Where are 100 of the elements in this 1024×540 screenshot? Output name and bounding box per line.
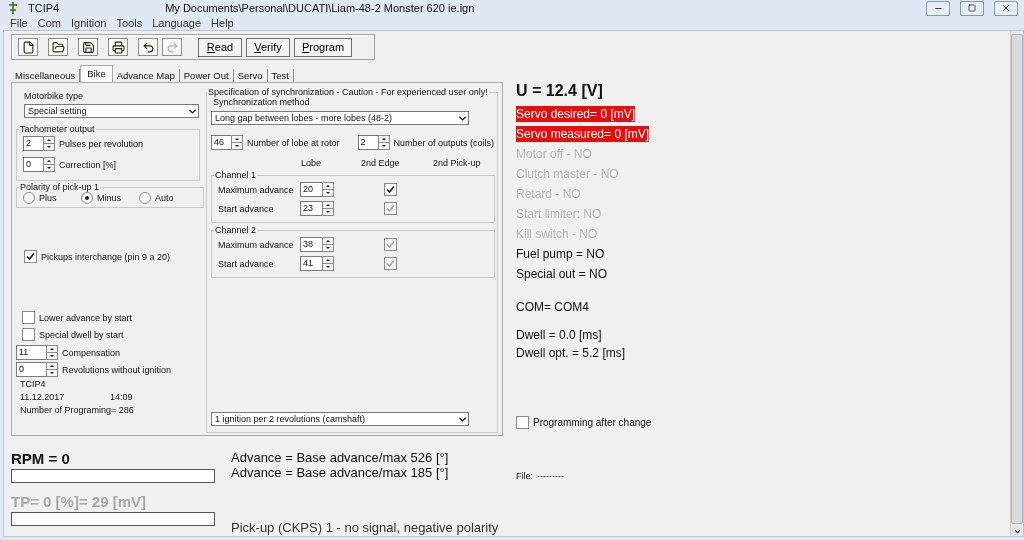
number-field[interactable]: 2 bbox=[23, 136, 43, 151]
toolbar-button[interactable]: Read bbox=[198, 37, 242, 57]
menu-item[interactable]: Ignition bbox=[70, 17, 107, 30]
scrollbar[interactable] bbox=[1010, 31, 1023, 536]
dwell-text: Dwell = 0.0 [ms] bbox=[516, 328, 603, 342]
group-title: Polarity of pick-up 1 bbox=[19, 182, 101, 192]
toolbar-button[interactable]: Verify bbox=[246, 37, 290, 57]
close-icon bbox=[1001, 3, 1011, 14]
field-label: Start advance bbox=[218, 258, 275, 269]
number-field[interactable]: 0 bbox=[23, 157, 43, 172]
field-label: Maximum advance bbox=[218, 239, 295, 250]
ignition-mode-select[interactable]: 1 ignition per 2 revolutions (camshaft) bbox=[211, 412, 469, 426]
pickup-message: Pick-up (CKPS) 1 - no signal, negative polarity bbox=[231, 520, 499, 535]
spin-arrows-icon[interactable] bbox=[43, 136, 55, 151]
menu-item[interactable]: Help bbox=[211, 17, 234, 30]
status-text: Special out = NO bbox=[516, 266, 608, 282]
group-title: Tachometer output bbox=[19, 124, 96, 134]
status-text: Start limiter: NO bbox=[516, 206, 602, 222]
date-text: 11.12.2017 bbox=[20, 392, 66, 402]
group-title: Channel 1 bbox=[214, 170, 258, 180]
status-text: Kill switch - NO bbox=[516, 226, 598, 242]
save-icon[interactable] bbox=[78, 38, 98, 56]
number-field[interactable]: 0 bbox=[16, 362, 46, 377]
number-field[interactable]: 11 bbox=[16, 345, 46, 360]
tp-label: TP= 0 [%]= 29 [mV] bbox=[11, 493, 148, 510]
field-label: Number of lobe at rotor bbox=[247, 137, 340, 148]
checkbox[interactable] bbox=[22, 328, 35, 341]
spin-arrows-icon[interactable] bbox=[377, 135, 390, 150]
status-text: Retard - NO bbox=[516, 186, 581, 202]
motorbike-type-select[interactable]: Special setting bbox=[24, 104, 199, 118]
number-field[interactable]: 2 bbox=[357, 135, 378, 150]
status-text: Fuel pump = NO bbox=[516, 246, 605, 262]
number-field[interactable]: 20 bbox=[300, 182, 322, 197]
spin-arrows-icon[interactable] bbox=[46, 362, 58, 377]
radio-button[interactable] bbox=[139, 192, 151, 204]
com-port: COM= COM4 bbox=[516, 300, 590, 314]
column-header: Lobe bbox=[301, 158, 323, 168]
undo-icon[interactable] bbox=[138, 38, 158, 56]
radio-label: Auto bbox=[155, 193, 174, 203]
spin-arrows-icon[interactable] bbox=[43, 157, 55, 172]
tab[interactable]: Bike bbox=[80, 65, 113, 82]
column-header: 2nd Edge bbox=[361, 158, 401, 168]
radio-label: Plus bbox=[39, 193, 57, 203]
checkbox-label: Lower advance by start bbox=[39, 312, 133, 323]
open-folder-icon[interactable] bbox=[48, 38, 68, 56]
time-text: 14:09 bbox=[110, 392, 133, 402]
radio-button[interactable] bbox=[81, 192, 93, 204]
printer-icon[interactable] bbox=[108, 38, 128, 56]
column-header: 2nd Pick-up bbox=[433, 158, 482, 168]
menu-item[interactable]: Com bbox=[37, 17, 61, 30]
spin-arrows-icon[interactable] bbox=[46, 345, 58, 360]
spin-arrows-icon[interactable] bbox=[322, 201, 334, 216]
menu-item[interactable]: Language bbox=[152, 17, 202, 30]
field-label: Maximum advance bbox=[218, 184, 295, 195]
file-path: My Documents\Personal\DUCATI\Liam-48-2 Monster 620 ie.ign bbox=[165, 2, 475, 15]
dwell-opt-text: Dwell opt. = 5.2 [ms] bbox=[516, 346, 627, 360]
spin-arrows-icon[interactable] bbox=[322, 237, 334, 252]
checkbox[interactable] bbox=[24, 250, 37, 263]
spin-arrows-icon[interactable] bbox=[231, 135, 243, 150]
new-file-icon[interactable] bbox=[18, 38, 38, 56]
field-label: Revolutions without ignition bbox=[62, 364, 172, 375]
device-name: TCIP4 bbox=[20, 379, 47, 389]
scroll-down-icon[interactable] bbox=[1012, 527, 1022, 536]
status-text: Servo measured= 0 [mV] bbox=[516, 126, 650, 142]
checkbox[interactable] bbox=[516, 416, 529, 429]
maximize-button[interactable] bbox=[960, 0, 984, 16]
field-label: Number of outputs (coils) bbox=[393, 137, 495, 148]
menu-item[interactable]: Tools bbox=[116, 17, 143, 30]
checkbox-label: Special dwell by start bbox=[39, 329, 124, 340]
voltage-reading: U = 12.4 [V] bbox=[516, 82, 604, 100]
spin-arrows-icon[interactable] bbox=[322, 182, 334, 197]
checkbox[interactable] bbox=[384, 183, 397, 196]
number-field[interactable]: 46 bbox=[211, 135, 231, 150]
status-text: Servo desired= 0 [mV] bbox=[516, 106, 636, 122]
toolbar-button[interactable]: Program bbox=[294, 37, 352, 57]
spin-arrows-icon[interactable] bbox=[322, 256, 334, 271]
file-value: --------- bbox=[537, 471, 564, 481]
checkbox[interactable] bbox=[22, 311, 35, 324]
file-label: File: bbox=[516, 471, 533, 481]
menu-item[interactable]: File bbox=[10, 17, 28, 30]
status-text: Motor off - NO bbox=[516, 146, 592, 162]
status-text: Clutch master - NO bbox=[516, 166, 619, 182]
close-button[interactable] bbox=[994, 0, 1018, 16]
field-label: Start advance bbox=[218, 203, 275, 214]
minimize-button[interactable] bbox=[926, 0, 950, 16]
maximize-icon bbox=[968, 4, 976, 13]
radio-label: Minus bbox=[97, 193, 121, 203]
checkbox-label: Pickups interchange (pin 9 a 20) bbox=[41, 251, 171, 262]
sync-method-select[interactable]: Long gap between lobes - more lobes (48-2) bbox=[211, 111, 469, 125]
advance-text: Advance = Base advance/max 526 [°] bbox=[231, 450, 450, 465]
field-label: Synchronization method bbox=[213, 97, 311, 107]
advance-text: Advance = Base advance/max 185 [°] bbox=[231, 465, 450, 480]
window-title: TCIP4 bbox=[28, 2, 60, 15]
radio-button[interactable] bbox=[23, 192, 35, 204]
field-label: Correction [%] bbox=[59, 159, 117, 170]
group-title: Specification of synchronization - Caution - For experienced user only! bbox=[207, 87, 489, 97]
group-title: Channel 2 bbox=[214, 225, 258, 235]
field-label: Pulses per revolution bbox=[59, 138, 144, 149]
checkbox-label: Programming after change bbox=[533, 417, 652, 428]
app-logo-icon bbox=[6, 1, 20, 16]
